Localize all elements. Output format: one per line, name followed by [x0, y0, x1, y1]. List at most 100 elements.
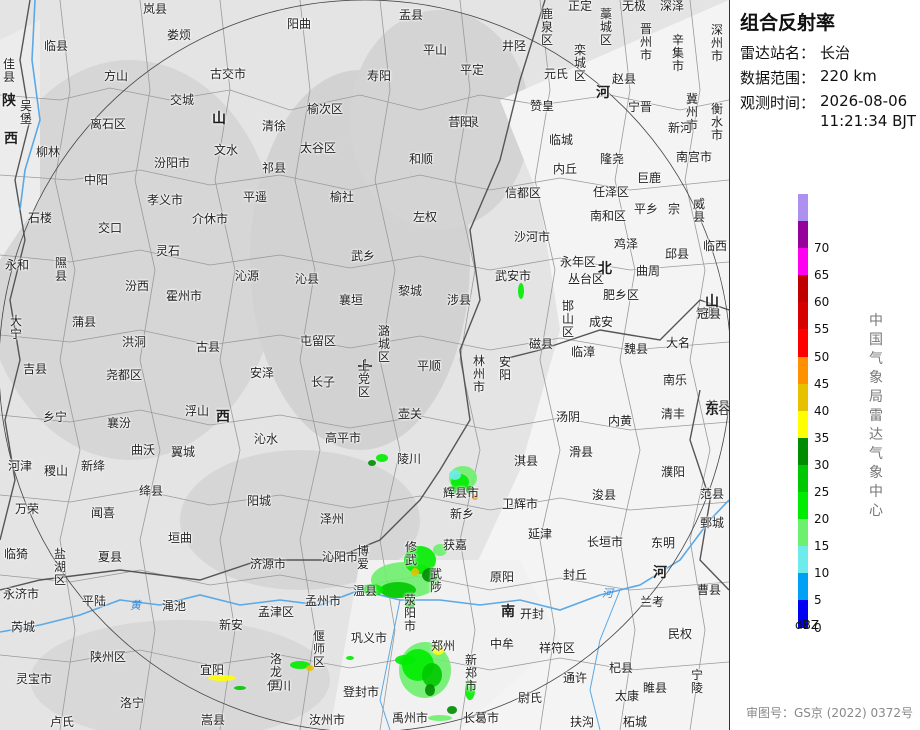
- city-label: 范县: [700, 487, 725, 501]
- river-label: 黄: [130, 599, 141, 612]
- city-label: 濮阳: [661, 465, 686, 479]
- city-label: 郑州: [431, 639, 456, 653]
- river-label: 河: [602, 587, 613, 600]
- city-label: 临县: [44, 39, 69, 53]
- city-label: 巨鹿: [637, 171, 662, 185]
- city-label: 辉县市: [443, 486, 480, 500]
- time-row: 观测时间： 2026-08-06: [740, 92, 907, 113]
- city-label: 昔阳: [448, 115, 473, 129]
- city-label: 兰考: [640, 595, 665, 609]
- echo-cell: [518, 283, 524, 299]
- city-label: 卫辉市: [502, 497, 539, 511]
- city-label: 泽州: [320, 512, 345, 526]
- city-label: 汾阳市: [154, 156, 191, 170]
- legend-swatch: [798, 437, 808, 465]
- city-label: 孝义市: [147, 193, 184, 207]
- echo-cell: [428, 715, 452, 721]
- city-label: 清徐: [262, 119, 287, 133]
- city-label: 上党区: [358, 359, 371, 399]
- city-label: 鸡泽: [614, 237, 639, 251]
- city-label: 方山: [104, 69, 129, 83]
- city-label: 成安: [589, 315, 614, 329]
- echo-cell: [422, 663, 442, 687]
- echo-cell: [376, 454, 388, 462]
- city-label: 阳曲: [287, 17, 312, 31]
- city-label: 吉县: [23, 362, 48, 376]
- city-label: 平定: [460, 63, 485, 77]
- city-label: 柳林: [36, 145, 61, 159]
- city-label: 安阳: [499, 355, 512, 382]
- city-label: 民权: [668, 627, 693, 641]
- legend-swatch: [798, 464, 808, 493]
- city-label: 任泽区: [593, 185, 630, 199]
- city-label: 柘城: [623, 715, 648, 729]
- city-label: 中牟: [490, 637, 515, 651]
- city-label: 太康: [615, 689, 640, 703]
- echo-cell: [449, 470, 461, 480]
- legend-swatch: [798, 573, 808, 601]
- city-label: 新安: [219, 618, 244, 632]
- legend-swatch: [798, 221, 808, 249]
- city-label: 清丰: [661, 407, 686, 421]
- city-label: 平山: [423, 43, 448, 57]
- province-label: 山: [705, 294, 719, 310]
- city-label: 阳城: [247, 494, 272, 508]
- city-label: 绛县: [139, 484, 164, 498]
- city-label: 嵩县: [201, 713, 226, 727]
- map-approval-number: 审图号：GS京 (2022) 0372号: [746, 706, 913, 720]
- city-label: 涉县: [447, 293, 472, 307]
- province-label: 西: [4, 131, 18, 147]
- legend-label: 60: [814, 295, 830, 310]
- city-label: 睢县: [643, 681, 668, 695]
- city-label: 卢氏: [50, 715, 75, 729]
- city-label: 和顺: [409, 152, 434, 166]
- city-label: 藁城区: [600, 7, 613, 47]
- echo-cell: [395, 655, 415, 665]
- legend-label: 35: [814, 430, 830, 445]
- city-label: 襄汾: [107, 416, 132, 430]
- city-label: 获嘉: [443, 538, 468, 552]
- city-label: 佳县: [3, 57, 16, 84]
- echo-cell: [234, 686, 246, 690]
- city-label: 鄄城: [700, 516, 725, 530]
- city-label: 沁水: [254, 432, 279, 446]
- province-label: 河: [596, 85, 610, 101]
- city-label: 邱县: [665, 247, 690, 261]
- radar-map[interactable]: 岚县 娄烦 阳曲 盂县 鹿泉区 正定 藁城区 无极 深泽 临县 方山 古交市 寿阳 平山 井陉 元氏 栾城区 赵县…: [0, 0, 729, 730]
- city-label: 孟州市: [305, 594, 342, 608]
- city-label: 吴堡: [20, 99, 33, 126]
- legend-label: 30: [814, 457, 830, 472]
- city-label: 永和: [5, 258, 30, 272]
- city-label: 浮山: [185, 404, 210, 418]
- city-label: 宗: [668, 202, 681, 216]
- city-label: 栾城区: [574, 43, 587, 83]
- city-label: 武安市: [495, 269, 532, 283]
- city-label: 襄垣: [339, 293, 364, 307]
- city-label: 磁县: [529, 337, 554, 351]
- city-label: 平陆: [82, 594, 107, 608]
- province-label: 河: [653, 565, 667, 581]
- city-label: 威县: [693, 197, 706, 224]
- city-label: 济源市: [250, 557, 287, 571]
- city-label: 扶沟: [570, 715, 595, 729]
- city-label: 河津: [8, 459, 33, 473]
- province-label: 北: [598, 261, 612, 277]
- city-label: 禹州市: [392, 711, 429, 725]
- city-label: 长葛市: [463, 711, 500, 725]
- city-label: 南乐: [663, 373, 688, 387]
- city-label: 长垣市: [587, 535, 624, 549]
- city-label: 临城: [549, 133, 574, 147]
- city-label: 伊川: [267, 679, 292, 693]
- city-label: 潞城区: [378, 324, 391, 364]
- city-label: 灵宝市: [16, 672, 53, 686]
- city-label: 中阳: [84, 173, 109, 187]
- city-label: 洪洞: [122, 335, 147, 349]
- legend-label: 10: [814, 566, 830, 581]
- city-label: 巩义市: [351, 631, 388, 645]
- city-label: 东明: [651, 536, 676, 550]
- city-label: 汝州市: [309, 713, 346, 727]
- city-label: 永济市: [3, 587, 40, 601]
- city-label: 浚县: [592, 488, 617, 502]
- echo-cell: [411, 568, 419, 576]
- city-label: 原阳: [490, 570, 515, 584]
